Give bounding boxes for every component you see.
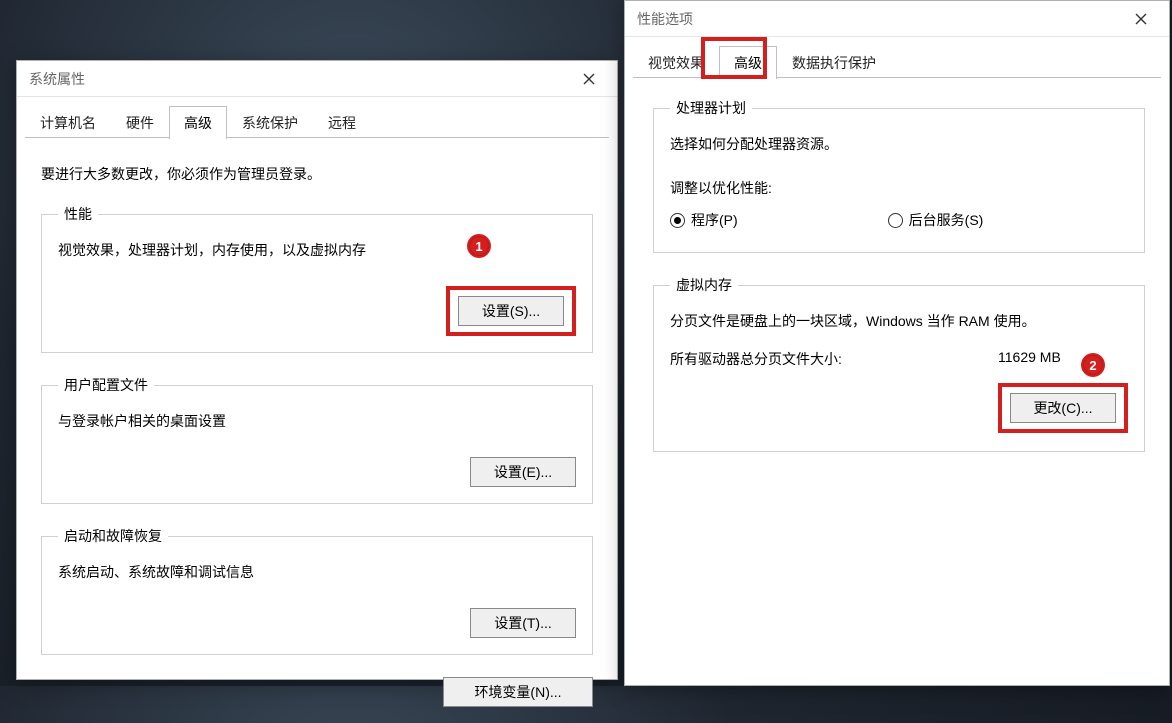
tabs: 视觉效果 高级 数据执行保护	[625, 37, 1169, 78]
radio-programs-label: 程序(P)	[691, 210, 738, 230]
group-virtual-memory-legend: 虚拟内存	[670, 275, 738, 295]
tab-hardware[interactable]: 硬件	[111, 106, 169, 139]
performance-settings-button[interactable]: 设置(S)...	[458, 296, 564, 326]
tab-visual-effects[interactable]: 视觉效果	[633, 46, 719, 79]
window-title: 性能选项	[637, 9, 693, 29]
tab-remote[interactable]: 远程	[313, 106, 371, 139]
titlebar[interactable]: 性能选项	[625, 1, 1169, 37]
group-processor-scheduling-legend: 处理器计划	[670, 98, 752, 118]
tabs: 计算机名 硬件 高级 系统保护 远程	[17, 97, 617, 138]
group-user-profiles-legend: 用户配置文件	[58, 375, 154, 395]
group-user-profiles: 用户配置文件 与登录帐户相关的桌面设置 设置(E)...	[41, 375, 593, 504]
radio-dot-icon	[670, 213, 685, 228]
radio-programs[interactable]: 程序(P)	[670, 210, 738, 230]
vm-change-button[interactable]: 更改(C)...	[1010, 393, 1116, 423]
tab-advanced[interactable]: 高级	[719, 46, 777, 79]
group-startup-recovery-legend: 启动和故障恢复	[58, 526, 168, 546]
admin-instruction: 要进行大多数更改，你必须作为管理员登录。	[41, 164, 593, 184]
radio-empty-icon	[888, 213, 903, 228]
tab-dep[interactable]: 数据执行保护	[777, 46, 891, 79]
group-startup-recovery: 启动和故障恢复 系统启动、系统故障和调试信息 设置(T)...	[41, 526, 593, 655]
group-processor-scheduling-desc: 选择如何分配处理器资源。	[670, 134, 1128, 154]
system-properties-window: 1 系统属性 计算机名 硬件 高级 系统保护 远程 要进行大多数更改，你必须作为…	[16, 60, 618, 680]
radio-background-services-label: 后台服务(S)	[909, 210, 984, 230]
vm-total-value: 11629 MB	[998, 349, 1128, 369]
tab-computer-name[interactable]: 计算机名	[25, 106, 111, 139]
group-virtual-memory: 虚拟内存 分页文件是硬盘上的一块区域，Windows 当作 RAM 使用。 所有…	[653, 275, 1145, 452]
environment-variables-button[interactable]: 环境变量(N)...	[443, 677, 593, 707]
highlight-change-button: 更改(C)...	[998, 383, 1128, 433]
vm-total-label: 所有驱动器总分页文件大小:	[670, 349, 842, 369]
startup-settings-button[interactable]: 设置(T)...	[470, 608, 576, 638]
tab-system-protection[interactable]: 系统保护	[227, 106, 313, 139]
group-performance-legend: 性能	[58, 204, 98, 224]
close-icon[interactable]	[1121, 5, 1161, 33]
group-user-profiles-desc: 与登录帐户相关的桌面设置	[58, 411, 576, 431]
group-performance-desc: 视觉效果，处理器计划，内存使用，以及虚拟内存	[58, 240, 576, 260]
performance-options-window: 2 性能选项 视觉效果 高级 数据执行保护 处理器计划 选择如何分配处理器资源。…	[624, 0, 1170, 686]
adjust-label: 调整以优化性能:	[670, 178, 1128, 198]
highlight-settings-button: 设置(S)...	[446, 286, 576, 336]
group-virtual-memory-desc: 分页文件是硬盘上的一块区域，Windows 当作 RAM 使用。	[670, 311, 1128, 331]
titlebar[interactable]: 系统属性	[17, 61, 617, 97]
user-profiles-settings-button[interactable]: 设置(E)...	[470, 457, 576, 487]
group-processor-scheduling: 处理器计划 选择如何分配处理器资源。 调整以优化性能: 程序(P) 后台服务(S…	[653, 98, 1145, 253]
radio-background-services[interactable]: 后台服务(S)	[888, 210, 984, 230]
window-title: 系统属性	[29, 69, 85, 89]
group-startup-recovery-desc: 系统启动、系统故障和调试信息	[58, 562, 576, 582]
group-performance: 性能 视觉效果，处理器计划，内存使用，以及虚拟内存 设置(S)...	[41, 204, 593, 353]
close-icon[interactable]	[569, 65, 609, 93]
tab-advanced[interactable]: 高级	[169, 106, 227, 139]
